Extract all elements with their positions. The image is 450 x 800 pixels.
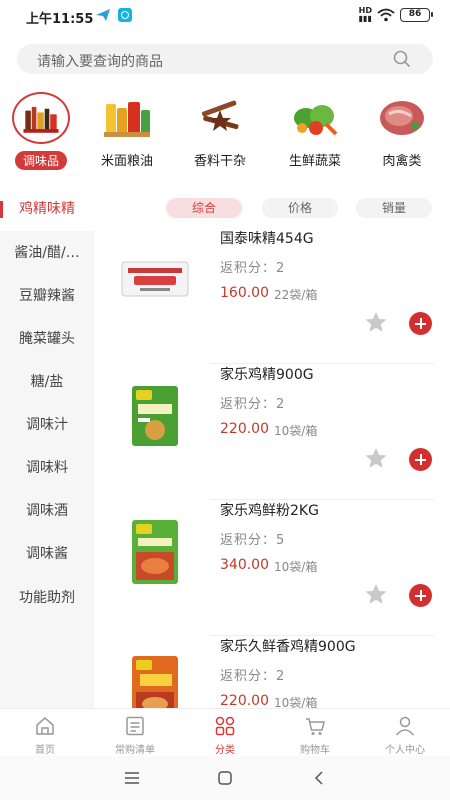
category-label: 香料干杂 (193, 154, 246, 169)
category-strip: 调味品 米面粮油 香料干杂 生鲜蔬菜 肉禽类 (0, 90, 450, 172)
category-spices[interactable]: 香料干杂 (179, 90, 261, 172)
back-icon[interactable] (311, 770, 327, 786)
product-price: 160.00 (220, 285, 269, 301)
chicken-powder-bag-image (132, 520, 178, 584)
product-points: 返积分：5 (220, 533, 286, 548)
category-label: 肉禽类 (382, 154, 422, 169)
product-points: 返积分：2 (220, 669, 286, 684)
product-card[interactable]: 国泰味精454G 返积分：2 160.00 22袋/箱 (94, 228, 450, 364)
spices-image (201, 100, 239, 131)
sidebar-item-bean-paste[interactable]: 豆瓣辣酱 (0, 275, 94, 318)
nav-label: 分类 (215, 745, 235, 756)
sort-bar: 综合 价格 销量 (94, 188, 450, 228)
sidebar-item-soy-vinegar[interactable]: 酱油/醋/… (0, 232, 94, 275)
product-card[interactable]: 家乐久鲜香鸡精900G 返积分：2 220.00 10袋/箱 (94, 636, 450, 708)
nav-home[interactable]: 首页 (0, 713, 90, 757)
wifi-icon (377, 8, 395, 22)
chicken-essence-bag-image (132, 386, 178, 446)
chicken-essence-red-bag-image (132, 656, 178, 708)
nav-label: 购物车 (300, 745, 330, 756)
home-icon (36, 717, 54, 735)
sort-tab-sales[interactable]: 销量 (356, 198, 432, 218)
category-label: 生鲜蔬菜 (288, 154, 341, 169)
sidebar-item-msg[interactable]: 鸡精味精 (0, 188, 94, 231)
meat-image (380, 101, 424, 135)
product-price: 220.00 (220, 421, 269, 437)
product-name: 家乐鸡精900G (220, 367, 314, 383)
status-bar: 上午11:55 HD ▮▮▮ 86 (0, 0, 450, 32)
product-unit: 10袋/箱 (274, 424, 318, 438)
product-name: 家乐鸡鲜粉2KG (220, 503, 319, 519)
product-unit: 10袋/箱 (274, 696, 318, 708)
star-icon[interactable] (364, 310, 388, 334)
nav-frequent-list[interactable]: 常购清单 (90, 713, 180, 757)
star-icon[interactable] (364, 582, 388, 606)
product-card[interactable]: 家乐鸡鲜粉2KG 返积分：5 340.00 10袋/箱 (94, 500, 450, 636)
add-to-cart-button[interactable] (409, 448, 432, 471)
search-input[interactable]: 请输入要查询的商品 (17, 44, 433, 74)
sidebar-item-additives[interactable]: 功能助剂 (0, 577, 94, 620)
search-placeholder: 请输入要查询的商品 (37, 54, 163, 70)
category-label: 米面粮油 (100, 154, 153, 169)
category-meat[interactable]: 肉禽类 (361, 90, 443, 172)
add-to-cart-button[interactable] (409, 312, 432, 335)
menu-icon[interactable] (124, 770, 140, 786)
nav-label: 首页 (35, 745, 55, 756)
grid-icon (215, 716, 235, 736)
paper-plane-icon (96, 9, 110, 21)
nav-label: 个人中心 (385, 745, 425, 756)
product-points: 返积分：2 (220, 261, 286, 276)
product-price: 340.00 (220, 557, 269, 573)
sidebar-item-seasoning[interactable]: 调味料 (0, 447, 94, 490)
grain-oil-image (104, 102, 150, 137)
system-nav (0, 756, 450, 800)
product-card[interactable]: 家乐鸡精900G 返积分：2 220.00 10袋/箱 (94, 364, 450, 500)
sort-tab-overall[interactable]: 综合 (166, 198, 242, 218)
sort-tab-price[interactable]: 价格 (262, 198, 338, 218)
msg-bag-image (121, 261, 189, 297)
product-unit: 22袋/箱 (274, 288, 318, 302)
signal-icon: HD ▮▮▮ (358, 6, 372, 23)
product-points: 返积分：2 (220, 397, 286, 412)
product-list: 国泰味精454G 返积分：2 160.00 22袋/箱 家乐鸡精900G 返积分… (94, 228, 450, 708)
nav-label: 常购清单 (115, 745, 155, 756)
add-to-cart-button[interactable] (409, 584, 432, 607)
vegetables-image (294, 105, 338, 136)
search-icon[interactable] (393, 50, 411, 68)
nav-profile[interactable]: 个人中心 (360, 713, 450, 757)
sidebar-item-sauce[interactable]: 调味汁 (0, 404, 94, 447)
sidebar-item-cooking-wine[interactable]: 调味酒 (0, 490, 94, 533)
nav-category[interactable]: 分类 (180, 713, 270, 757)
list-icon (126, 716, 144, 736)
category-grain-oil[interactable]: 米面粮油 (86, 90, 168, 172)
product-price: 220.00 (220, 693, 269, 708)
nav-cart[interactable]: 购物车 (270, 713, 360, 757)
bottom-nav: 首页 常购清单 分类 购物车 个人中心 (0, 708, 450, 756)
star-icon[interactable] (364, 446, 388, 470)
sidebar: 鸡精味精 酱油/醋/… 豆瓣辣酱 腌菜罐头 糖/盐 调味汁 调味料 调味酒 调味… (0, 188, 94, 708)
product-name: 国泰味精454G (220, 231, 314, 247)
sidebar-item-paste[interactable]: 调味酱 (0, 533, 94, 576)
sidebar-item-sugar-salt[interactable]: 糖/盐 (0, 361, 94, 404)
product-unit: 10袋/箱 (274, 560, 318, 574)
sidebar-item-pickles[interactable]: 腌菜罐头 (0, 318, 94, 361)
home-square-icon[interactable] (217, 770, 233, 786)
person-icon (395, 716, 415, 736)
battery-icon: 86 (400, 8, 433, 22)
app-notification-icon (118, 8, 132, 22)
cart-icon (306, 718, 325, 735)
product-name: 家乐久鲜香鸡精900G (220, 639, 356, 655)
category-condiments[interactable]: 调味品 (0, 90, 82, 172)
status-time: 上午11:55 (26, 12, 94, 27)
condiments-image (12, 92, 70, 144)
category-vegetables[interactable]: 生鲜蔬菜 (274, 90, 356, 172)
signal-label: HD (358, 6, 372, 15)
category-label: 调味品 (14, 151, 68, 170)
